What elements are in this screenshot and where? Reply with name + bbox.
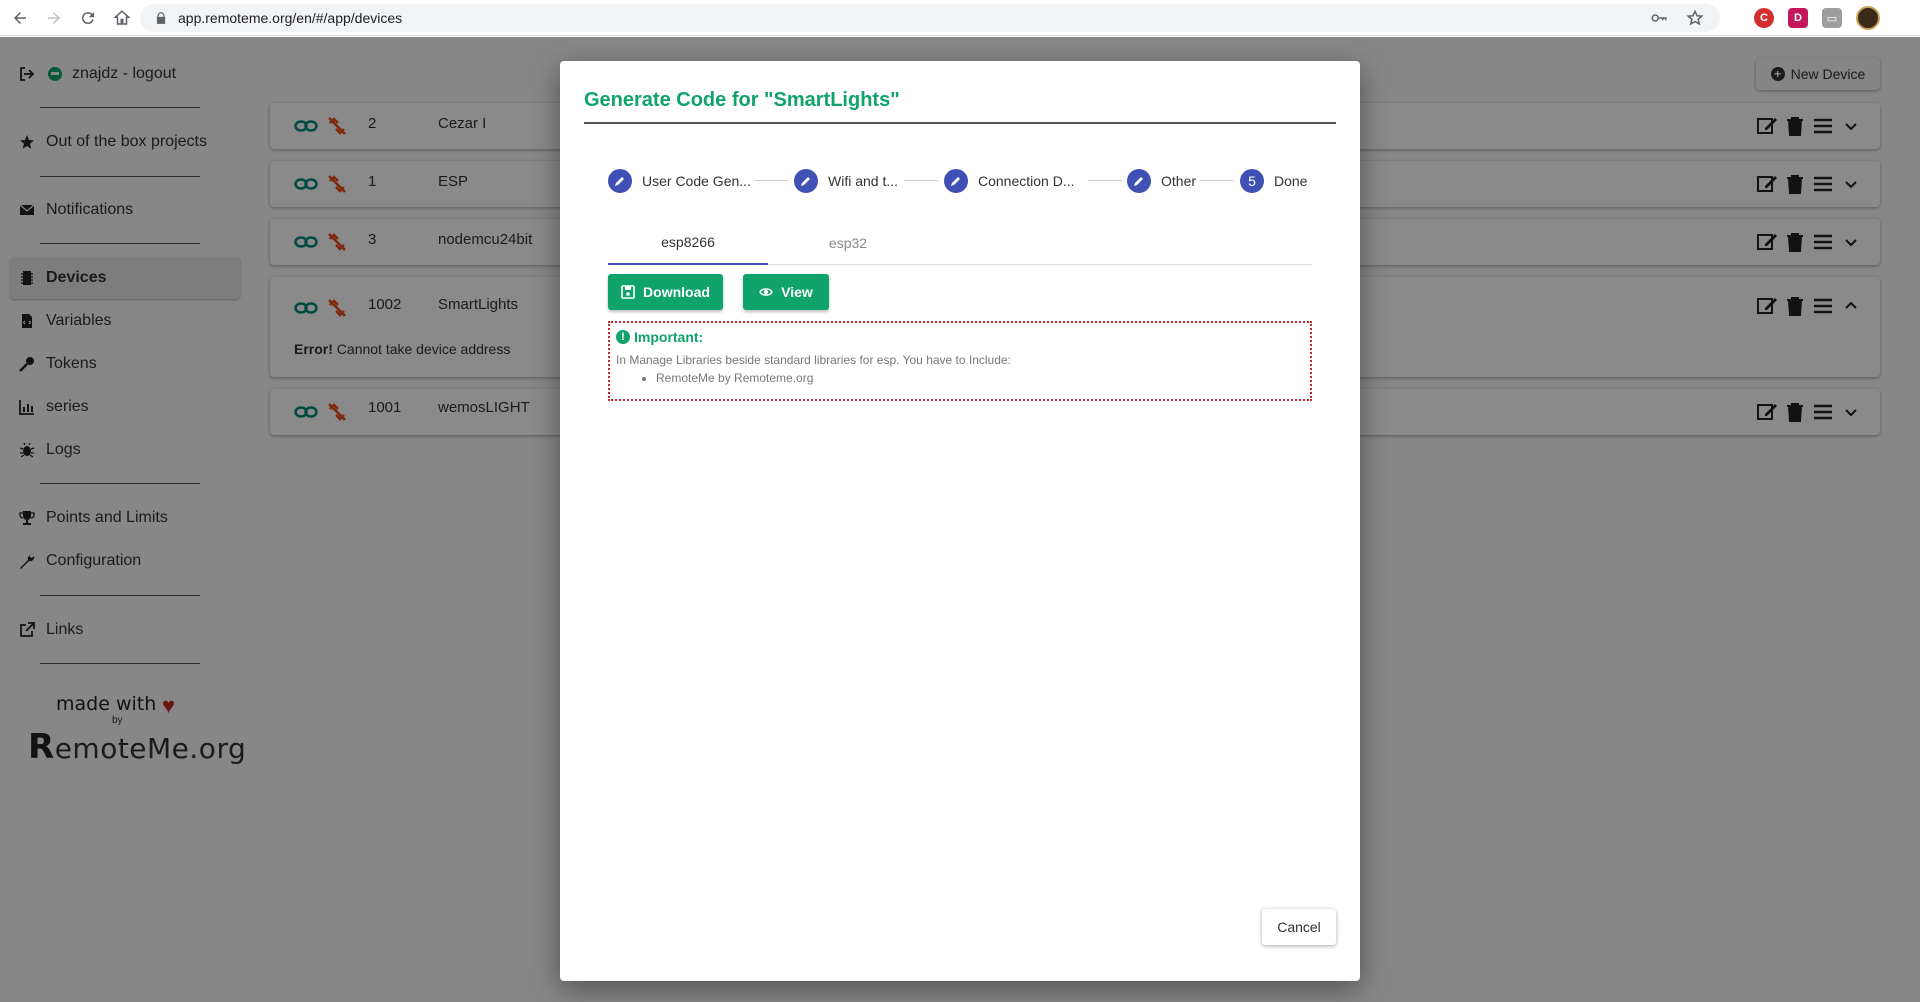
pencil-icon xyxy=(1127,169,1151,193)
pencil-icon xyxy=(794,169,818,193)
dialog-title: Generate Code for "SmartLights" xyxy=(584,89,900,111)
step-done[interactable]: 5 Done xyxy=(1240,167,1307,195)
step-label: Wifi and t... xyxy=(828,173,899,189)
cancel-button[interactable]: Cancel xyxy=(1262,909,1336,945)
back-arrow-icon[interactable] xyxy=(6,4,34,32)
extension-red-icon[interactable]: C xyxy=(1754,8,1774,28)
step-other[interactable]: Other xyxy=(1127,167,1196,195)
step-label: Connection D... xyxy=(978,173,1075,189)
step-user-code[interactable]: User Code Gen... xyxy=(608,167,751,195)
star-bookmark-icon[interactable] xyxy=(1686,9,1704,27)
url-text: app.remoteme.org/en/#/app/devices xyxy=(178,10,403,26)
eye-icon xyxy=(759,288,774,296)
important-notice: ! Important: In Manage Libraries beside … xyxy=(608,321,1312,401)
lock-icon xyxy=(156,12,166,24)
tab-esp8266[interactable]: esp8266 xyxy=(608,221,768,265)
step-connector xyxy=(1088,180,1122,181)
address-bar[interactable]: app.remoteme.org/en/#/app/devices xyxy=(140,4,1720,32)
forward-arrow-icon[interactable] xyxy=(40,4,68,32)
tab-esp32[interactable]: esp32 xyxy=(768,221,928,265)
download-button[interactable]: Download xyxy=(608,274,723,310)
important-list: RemoteMe by Remoteme.org xyxy=(616,371,1304,385)
step-label: Other xyxy=(1161,173,1197,189)
reload-icon[interactable] xyxy=(74,4,102,32)
browser-toolbar: app.remoteme.org/en/#/app/devices C D ▭ xyxy=(0,0,1920,36)
board-tabs: esp8266 esp32 xyxy=(608,221,1312,265)
view-button[interactable]: View xyxy=(743,274,829,310)
pencil-icon xyxy=(608,169,632,193)
step-label: User Code Gen... xyxy=(642,173,751,189)
extension-d-icon[interactable]: D xyxy=(1788,8,1808,28)
extension-cast-icon[interactable]: ▭ xyxy=(1822,8,1842,28)
list-item: RemoteMe by Remoteme.org xyxy=(656,371,1304,385)
step-connector xyxy=(754,180,788,181)
important-heading: ! Important: xyxy=(616,329,1304,345)
profile-avatar[interactable] xyxy=(1856,6,1880,30)
step-connection[interactable]: Connection D... xyxy=(944,167,1075,195)
pencil-icon xyxy=(944,169,968,193)
important-text: In Manage Libraries beside standard libr… xyxy=(616,353,1011,367)
key-icon[interactable] xyxy=(1650,9,1668,27)
step-connector xyxy=(1200,180,1234,181)
step-label: Done xyxy=(1274,173,1308,189)
wizard-stepper: User Code Gen... Wifi and t... Connectio… xyxy=(608,167,1328,197)
exclamation-circle-icon: ! xyxy=(616,330,630,344)
step-wifi[interactable]: Wifi and t... xyxy=(794,167,898,195)
title-divider xyxy=(584,122,1336,124)
generate-code-dialog: Generate Code for "SmartLights" User Cod… xyxy=(560,61,1360,981)
step-connector xyxy=(904,180,938,181)
step-number: 5 xyxy=(1240,169,1264,193)
home-icon[interactable] xyxy=(108,4,136,32)
save-icon xyxy=(621,285,635,299)
